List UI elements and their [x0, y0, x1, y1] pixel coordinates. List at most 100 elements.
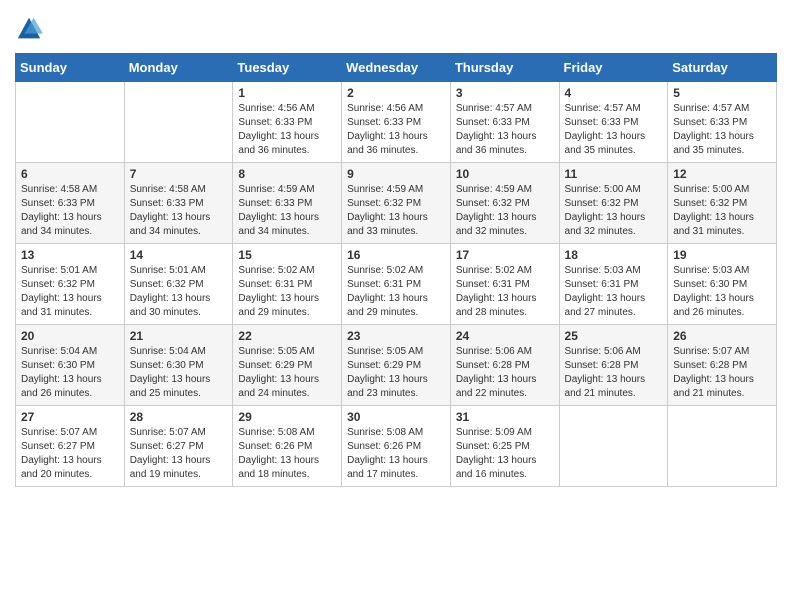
calendar-cell: 28Sunrise: 5:07 AM Sunset: 6:27 PM Dayli…	[124, 406, 233, 487]
day-number: 25	[565, 329, 663, 343]
weekday-header: Saturday	[668, 54, 777, 82]
calendar-cell: 19Sunrise: 5:03 AM Sunset: 6:30 PM Dayli…	[668, 244, 777, 325]
day-info: Sunrise: 4:59 AM Sunset: 6:33 PM Dayligh…	[238, 183, 336, 239]
calendar-cell: 24 Sunrise: 5:06 AM Sunset: 6:28 PM Dayli…	[450, 325, 559, 406]
day-info: Sunrise: 5:09 AM Sunset: 6:25 PM Dayligh…	[456, 426, 554, 482]
calendar-cell: 12 Sunrise: 5:00 AM Sunset: 6:32 PM Dayli…	[668, 163, 777, 244]
day-number: 10	[456, 167, 554, 181]
day-info: Sunrise: 5:05 AM Sunset: 6:29 PM Dayligh…	[238, 345, 336, 401]
calendar-cell: 4 Sunrise: 4:57 AM Sunset: 6:33 PM Daylig…	[559, 82, 668, 163]
day-number: 4	[565, 86, 663, 100]
day-info: Sunrise: 5:04 AM Sunset: 6:30 PM Dayligh…	[21, 345, 119, 401]
page-header	[15, 15, 777, 43]
calendar-header-row: SundayMondayTuesdayWednesdayThursdayFrid…	[16, 54, 777, 82]
day-info: Sunrise: 5:01 AM Sunset: 6:32 PM Dayligh…	[130, 264, 228, 320]
day-number: 7	[130, 167, 228, 181]
day-info: Sunrise: 5:06 AM Sunset: 6:28 PM Dayligh…	[565, 345, 663, 401]
calendar-cell: 13Sunrise: 5:01 AM Sunset: 6:32 PM Dayli…	[16, 244, 125, 325]
day-info: Sunrise: 5:07 AM Sunset: 6:27 PM Dayligh…	[21, 426, 119, 482]
calendar-cell: 22 Sunrise: 5:05 AM Sunset: 6:29 PM Dayli…	[233, 325, 342, 406]
calendar-cell: 7Sunrise: 4:58 AM Sunset: 6:33 PM Daylig…	[124, 163, 233, 244]
day-number: 22	[238, 329, 336, 343]
day-info: Sunrise: 4:57 AM Sunset: 6:33 PM Dayligh…	[673, 102, 771, 158]
weekday-header: Monday	[124, 54, 233, 82]
day-info: Sunrise: 5:01 AM Sunset: 6:32 PM Dayligh…	[21, 264, 119, 320]
day-info: Sunrise: 5:04 AM Sunset: 6:30 PM Dayligh…	[130, 345, 228, 401]
calendar-cell: 30 Sunrise: 5:08 AM Sunset: 6:26 PM Dayli…	[342, 406, 451, 487]
day-number: 29	[238, 410, 336, 424]
calendar-cell: 1 Sunrise: 4:56 AM Sunset: 6:33 PM Daylig…	[233, 82, 342, 163]
calendar-cell: 20 Sunrise: 5:04 AM Sunset: 6:30 PM Dayli…	[16, 325, 125, 406]
day-info: Sunrise: 4:57 AM Sunset: 6:33 PM Dayligh…	[456, 102, 554, 158]
day-number: 18	[565, 248, 663, 262]
day-number: 17	[456, 248, 554, 262]
calendar-week-row: 20 Sunrise: 5:04 AM Sunset: 6:30 PM Dayli…	[16, 325, 777, 406]
calendar-cell: 14 Sunrise: 5:01 AM Sunset: 6:32 PM Dayli…	[124, 244, 233, 325]
day-number: 9	[347, 167, 445, 181]
day-number: 24	[456, 329, 554, 343]
day-info: Sunrise: 5:02 AM Sunset: 6:31 PM Dayligh…	[347, 264, 445, 320]
day-info: Sunrise: 5:05 AM Sunset: 6:29 PM Dayligh…	[347, 345, 445, 401]
weekday-header: Tuesday	[233, 54, 342, 82]
day-number: 27	[21, 410, 119, 424]
day-number: 31	[456, 410, 554, 424]
day-number: 5	[673, 86, 771, 100]
calendar-cell: 21 Sunrise: 5:04 AM Sunset: 6:30 PM Dayli…	[124, 325, 233, 406]
day-number: 30	[347, 410, 445, 424]
day-number: 23	[347, 329, 445, 343]
day-number: 3	[456, 86, 554, 100]
calendar-cell: 11 Sunrise: 5:00 AM Sunset: 6:32 PM Dayli…	[559, 163, 668, 244]
day-number: 1	[238, 86, 336, 100]
day-info: Sunrise: 5:06 AM Sunset: 6:28 PM Dayligh…	[456, 345, 554, 401]
calendar-week-row: 27 Sunrise: 5:07 AM Sunset: 6:27 PM Dayli…	[16, 406, 777, 487]
day-number: 14	[130, 248, 228, 262]
day-number: 2	[347, 86, 445, 100]
weekday-header: Wednesday	[342, 54, 451, 82]
day-number: 20	[21, 329, 119, 343]
day-number: 11	[565, 167, 663, 181]
logo-icon	[15, 15, 43, 43]
day-info: Sunrise: 4:59 AM Sunset: 6:32 PM Dayligh…	[347, 183, 445, 239]
calendar-cell: 27 Sunrise: 5:07 AM Sunset: 6:27 PM Dayli…	[16, 406, 125, 487]
calendar-cell	[559, 406, 668, 487]
calendar-cell	[124, 82, 233, 163]
day-info: Sunrise: 5:03 AM Sunset: 6:31 PM Dayligh…	[565, 264, 663, 320]
day-number: 8	[238, 167, 336, 181]
calendar-cell: 6Sunrise: 4:58 AM Sunset: 6:33 PM Daylig…	[16, 163, 125, 244]
calendar-cell: 16 Sunrise: 5:02 AM Sunset: 6:31 PM Dayli…	[342, 244, 451, 325]
calendar-cell: 25 Sunrise: 5:06 AM Sunset: 6:28 PM Dayli…	[559, 325, 668, 406]
calendar-table: SundayMondayTuesdayWednesdayThursdayFrid…	[15, 53, 777, 487]
calendar-week-row: 6Sunrise: 4:58 AM Sunset: 6:33 PM Daylig…	[16, 163, 777, 244]
day-info: Sunrise: 5:00 AM Sunset: 6:32 PM Dayligh…	[673, 183, 771, 239]
calendar-cell: 2 Sunrise: 4:56 AM Sunset: 6:33 PM Daylig…	[342, 82, 451, 163]
calendar-cell: 10Sunrise: 4:59 AM Sunset: 6:32 PM Dayli…	[450, 163, 559, 244]
calendar-cell: 31 Sunrise: 5:09 AM Sunset: 6:25 PM Dayli…	[450, 406, 559, 487]
day-info: Sunrise: 4:56 AM Sunset: 6:33 PM Dayligh…	[347, 102, 445, 158]
calendar-cell: 9 Sunrise: 4:59 AM Sunset: 6:32 PM Daylig…	[342, 163, 451, 244]
calendar-cell: 8 Sunrise: 4:59 AM Sunset: 6:33 PM Daylig…	[233, 163, 342, 244]
calendar-cell: 17Sunrise: 5:02 AM Sunset: 6:31 PM Dayli…	[450, 244, 559, 325]
calendar-week-row: 1 Sunrise: 4:56 AM Sunset: 6:33 PM Daylig…	[16, 82, 777, 163]
weekday-header: Thursday	[450, 54, 559, 82]
calendar-cell	[16, 82, 125, 163]
logo	[15, 15, 47, 43]
weekday-header: Friday	[559, 54, 668, 82]
calendar-cell: 3 Sunrise: 4:57 AM Sunset: 6:33 PM Daylig…	[450, 82, 559, 163]
day-number: 21	[130, 329, 228, 343]
day-number: 16	[347, 248, 445, 262]
day-info: Sunrise: 4:58 AM Sunset: 6:33 PM Dayligh…	[21, 183, 119, 239]
day-info: Sunrise: 5:07 AM Sunset: 6:28 PM Dayligh…	[673, 345, 771, 401]
day-number: 26	[673, 329, 771, 343]
calendar-cell: 18 Sunrise: 5:03 AM Sunset: 6:31 PM Dayli…	[559, 244, 668, 325]
calendar-cell: 29 Sunrise: 5:08 AM Sunset: 6:26 PM Dayli…	[233, 406, 342, 487]
day-info: Sunrise: 4:56 AM Sunset: 6:33 PM Dayligh…	[238, 102, 336, 158]
day-info: Sunrise: 4:57 AM Sunset: 6:33 PM Dayligh…	[565, 102, 663, 158]
day-info: Sunrise: 5:07 AM Sunset: 6:27 PM Dayligh…	[130, 426, 228, 482]
day-info: Sunrise: 5:08 AM Sunset: 6:26 PM Dayligh…	[238, 426, 336, 482]
day-info: Sunrise: 5:03 AM Sunset: 6:30 PM Dayligh…	[673, 264, 771, 320]
calendar-cell: 15Sunrise: 5:02 AM Sunset: 6:31 PM Dayli…	[233, 244, 342, 325]
day-number: 12	[673, 167, 771, 181]
day-info: Sunrise: 5:08 AM Sunset: 6:26 PM Dayligh…	[347, 426, 445, 482]
calendar-week-row: 13Sunrise: 5:01 AM Sunset: 6:32 PM Dayli…	[16, 244, 777, 325]
day-info: Sunrise: 5:00 AM Sunset: 6:32 PM Dayligh…	[565, 183, 663, 239]
